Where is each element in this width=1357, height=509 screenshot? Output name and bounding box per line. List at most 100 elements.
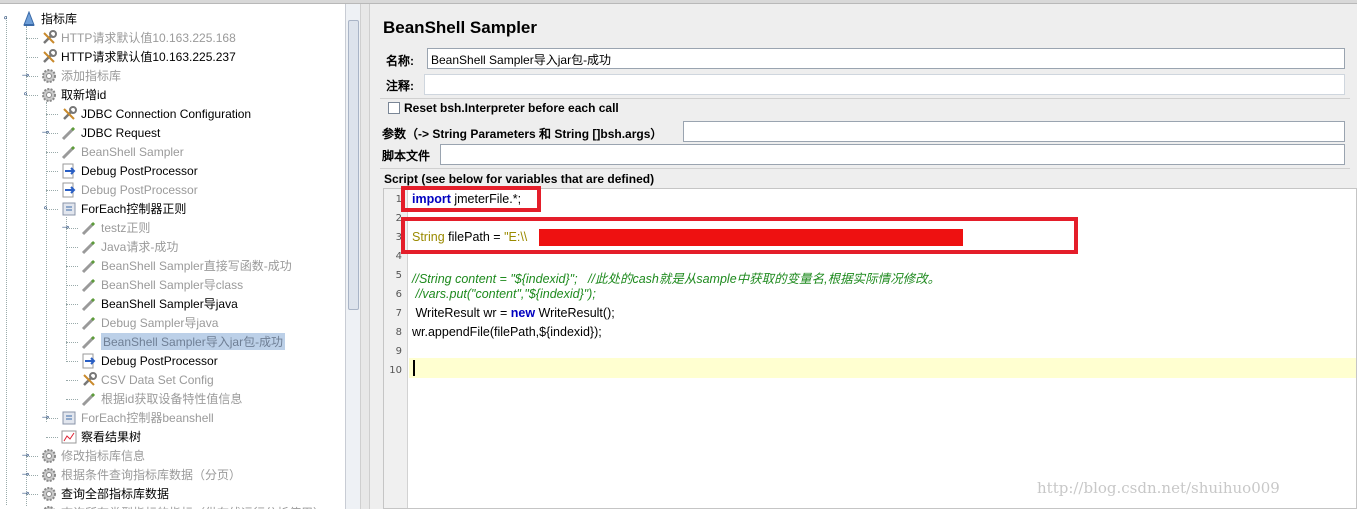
- tree-node-label: 察看结果树: [81, 430, 142, 444]
- name-field[interactable]: BeanShell Sampler导入jar包-成功: [427, 48, 1345, 69]
- collapse-handle[interactable]: ⚬: [21, 89, 30, 99]
- postprocessor-icon: [80, 352, 98, 370]
- tree-node-label: JDBC Request: [81, 125, 161, 140]
- wrench-icon: [40, 48, 58, 66]
- highlight-box-filepath: [401, 217, 1078, 254]
- split-divider[interactable]: [360, 4, 370, 509]
- tree-node[interactable]: ForEach控制器正则: [60, 199, 186, 218]
- expand-handle[interactable]: ⊸: [21, 469, 30, 479]
- wrench-icon: [80, 371, 98, 389]
- expand-handle[interactable]: ⊸: [21, 70, 30, 80]
- line-number: 7: [395, 308, 402, 319]
- gear-icon: [40, 504, 58, 509]
- tree-node[interactable]: Debug Sampler导java: [80, 313, 218, 332]
- tree-node-label: 添加指标库: [61, 69, 122, 83]
- tree-node[interactable]: 修改指标库信息: [40, 446, 145, 465]
- gear-icon: [40, 67, 58, 85]
- tree-node[interactable]: CSV Data Set Config: [80, 370, 214, 389]
- tree-node[interactable]: 取新增id: [40, 85, 106, 104]
- tree-node-label: Debug Sampler导java: [101, 316, 219, 330]
- pipette-icon: [80, 333, 98, 351]
- highlight-box-import: [401, 186, 541, 212]
- script-file-label: 脚本文件: [382, 149, 431, 163]
- tree-node[interactable]: 查询所有类型指标的指标（供在线运行分析使用）: [40, 503, 325, 509]
- tree-node-label: 根据id获取设备特性值信息: [101, 392, 243, 406]
- line-number: 10: [389, 365, 402, 376]
- expand-handle[interactable]: ⊸: [61, 222, 70, 232]
- tree-node[interactable]: Debug PostProcessor: [60, 161, 198, 180]
- tree-node-label: BeanShell Sampler: [81, 144, 184, 159]
- line-number: 6: [395, 289, 402, 300]
- tree-node[interactable]: BeanShell Sampler直接写函数-成功: [80, 256, 292, 275]
- tree-node-label: JDBC Connection Configuration: [81, 106, 252, 121]
- pipette-icon: [80, 219, 98, 237]
- tree-node[interactable]: ForEach控制器beanshell: [60, 408, 214, 427]
- tree-node[interactable]: 指标库: [20, 9, 77, 28]
- pipette-icon: [60, 124, 78, 142]
- tree-node[interactable]: JDBC Connection Configuration: [60, 104, 251, 123]
- pipette-icon: [80, 238, 98, 256]
- line-number: 5: [395, 270, 402, 281]
- tree-node[interactable]: BeanShell Sampler导入jar包-成功: [80, 332, 286, 351]
- tree-node[interactable]: BeanShell Sampler: [60, 142, 184, 161]
- tree-node[interactable]: Debug PostProcessor: [60, 180, 198, 199]
- tree-node-label: ForEach控制器beanshell: [81, 411, 214, 425]
- tree-node[interactable]: 添加指标库: [40, 66, 121, 85]
- expand-handle[interactable]: ⊸: [21, 450, 30, 460]
- tree-scrollbar[interactable]: [345, 4, 360, 509]
- line-number: 2: [395, 213, 402, 224]
- testplan-icon: [20, 10, 38, 28]
- collapse-handle[interactable]: ⚬: [1, 13, 10, 23]
- tree-node[interactable]: 根据条件查询指标库数据（分页）: [40, 465, 241, 484]
- tree-node[interactable]: HTTP请求默认值10.163.225.168: [40, 28, 236, 47]
- expand-handle[interactable]: ⊸: [41, 412, 50, 422]
- pipette-icon: [80, 276, 98, 294]
- gear-icon: [40, 447, 58, 465]
- chart-icon: [60, 428, 78, 446]
- tree-node[interactable]: Debug PostProcessor: [80, 351, 218, 370]
- line-number: 8: [395, 327, 402, 338]
- code-line[interactable]: WriteResult wr = new WriteResult();: [412, 306, 614, 320]
- text-caret: [413, 360, 415, 376]
- code-line[interactable]: //vars.put("content","${indexid}");: [412, 287, 595, 301]
- gear-icon: [40, 466, 58, 484]
- tree-node-label: BeanShell Sampler导class: [101, 278, 244, 292]
- code-line[interactable]: wr.appendFile(filePath,${indexid});: [412, 325, 602, 339]
- panel-title: BeanShell Sampler: [383, 18, 538, 37]
- tree-node[interactable]: 察看结果树: [60, 427, 141, 446]
- scrollbar-thumb[interactable]: [348, 20, 359, 310]
- reset-interpreter-checkbox[interactable]: [388, 102, 400, 114]
- line-number: 9: [395, 346, 402, 357]
- tree-node[interactable]: JDBC Request: [60, 123, 160, 142]
- line-number: 3: [395, 232, 402, 243]
- tree-node-label: testz正则: [101, 221, 151, 235]
- gear-icon: [40, 86, 58, 104]
- expand-handle[interactable]: ⊸: [21, 488, 30, 498]
- code-line[interactable]: //String content = "${indexid}"; //此处的ca…: [412, 268, 940, 287]
- params-field[interactable]: [683, 121, 1345, 142]
- tree-node-label: BeanShell Sampler导java: [101, 297, 238, 311]
- current-line-highlight: [409, 358, 1356, 378]
- tree-node-label: HTTP请求默认值10.163.225.168: [61, 31, 236, 45]
- controller-icon: [60, 409, 78, 427]
- wrench-icon: [40, 29, 58, 47]
- script-file-field[interactable]: [440, 144, 1345, 165]
- tree-node-label: Java请求-成功: [101, 240, 179, 254]
- tree-node-label: BeanShell Sampler直接写函数-成功: [101, 259, 292, 273]
- tree-node[interactable]: testz正则: [80, 218, 150, 237]
- tree-node[interactable]: 根据id获取设备特性值信息: [80, 389, 242, 408]
- reset-interpreter-label: Reset bsh.Interpreter before each call: [404, 101, 619, 115]
- postprocessor-icon: [60, 181, 78, 199]
- tree-node[interactable]: HTTP请求默认值10.163.225.237: [40, 47, 236, 66]
- tree-node-label: 取新增id: [61, 88, 107, 102]
- tree-node[interactable]: BeanShell Sampler导java: [80, 294, 238, 313]
- pipette-icon: [80, 314, 98, 332]
- tree-node[interactable]: Java请求-成功: [80, 237, 178, 256]
- tree-node[interactable]: BeanShell Sampler导class: [80, 275, 243, 294]
- expand-handle[interactable]: ⊸: [41, 127, 50, 137]
- comment-field[interactable]: [424, 74, 1345, 95]
- tree-node[interactable]: 查询全部指标库数据: [40, 484, 169, 503]
- comment-label: 注释:: [386, 79, 414, 93]
- collapse-handle[interactable]: ⚬: [41, 203, 50, 213]
- tree-node-label: 根据条件查询指标库数据（分页）: [61, 468, 242, 482]
